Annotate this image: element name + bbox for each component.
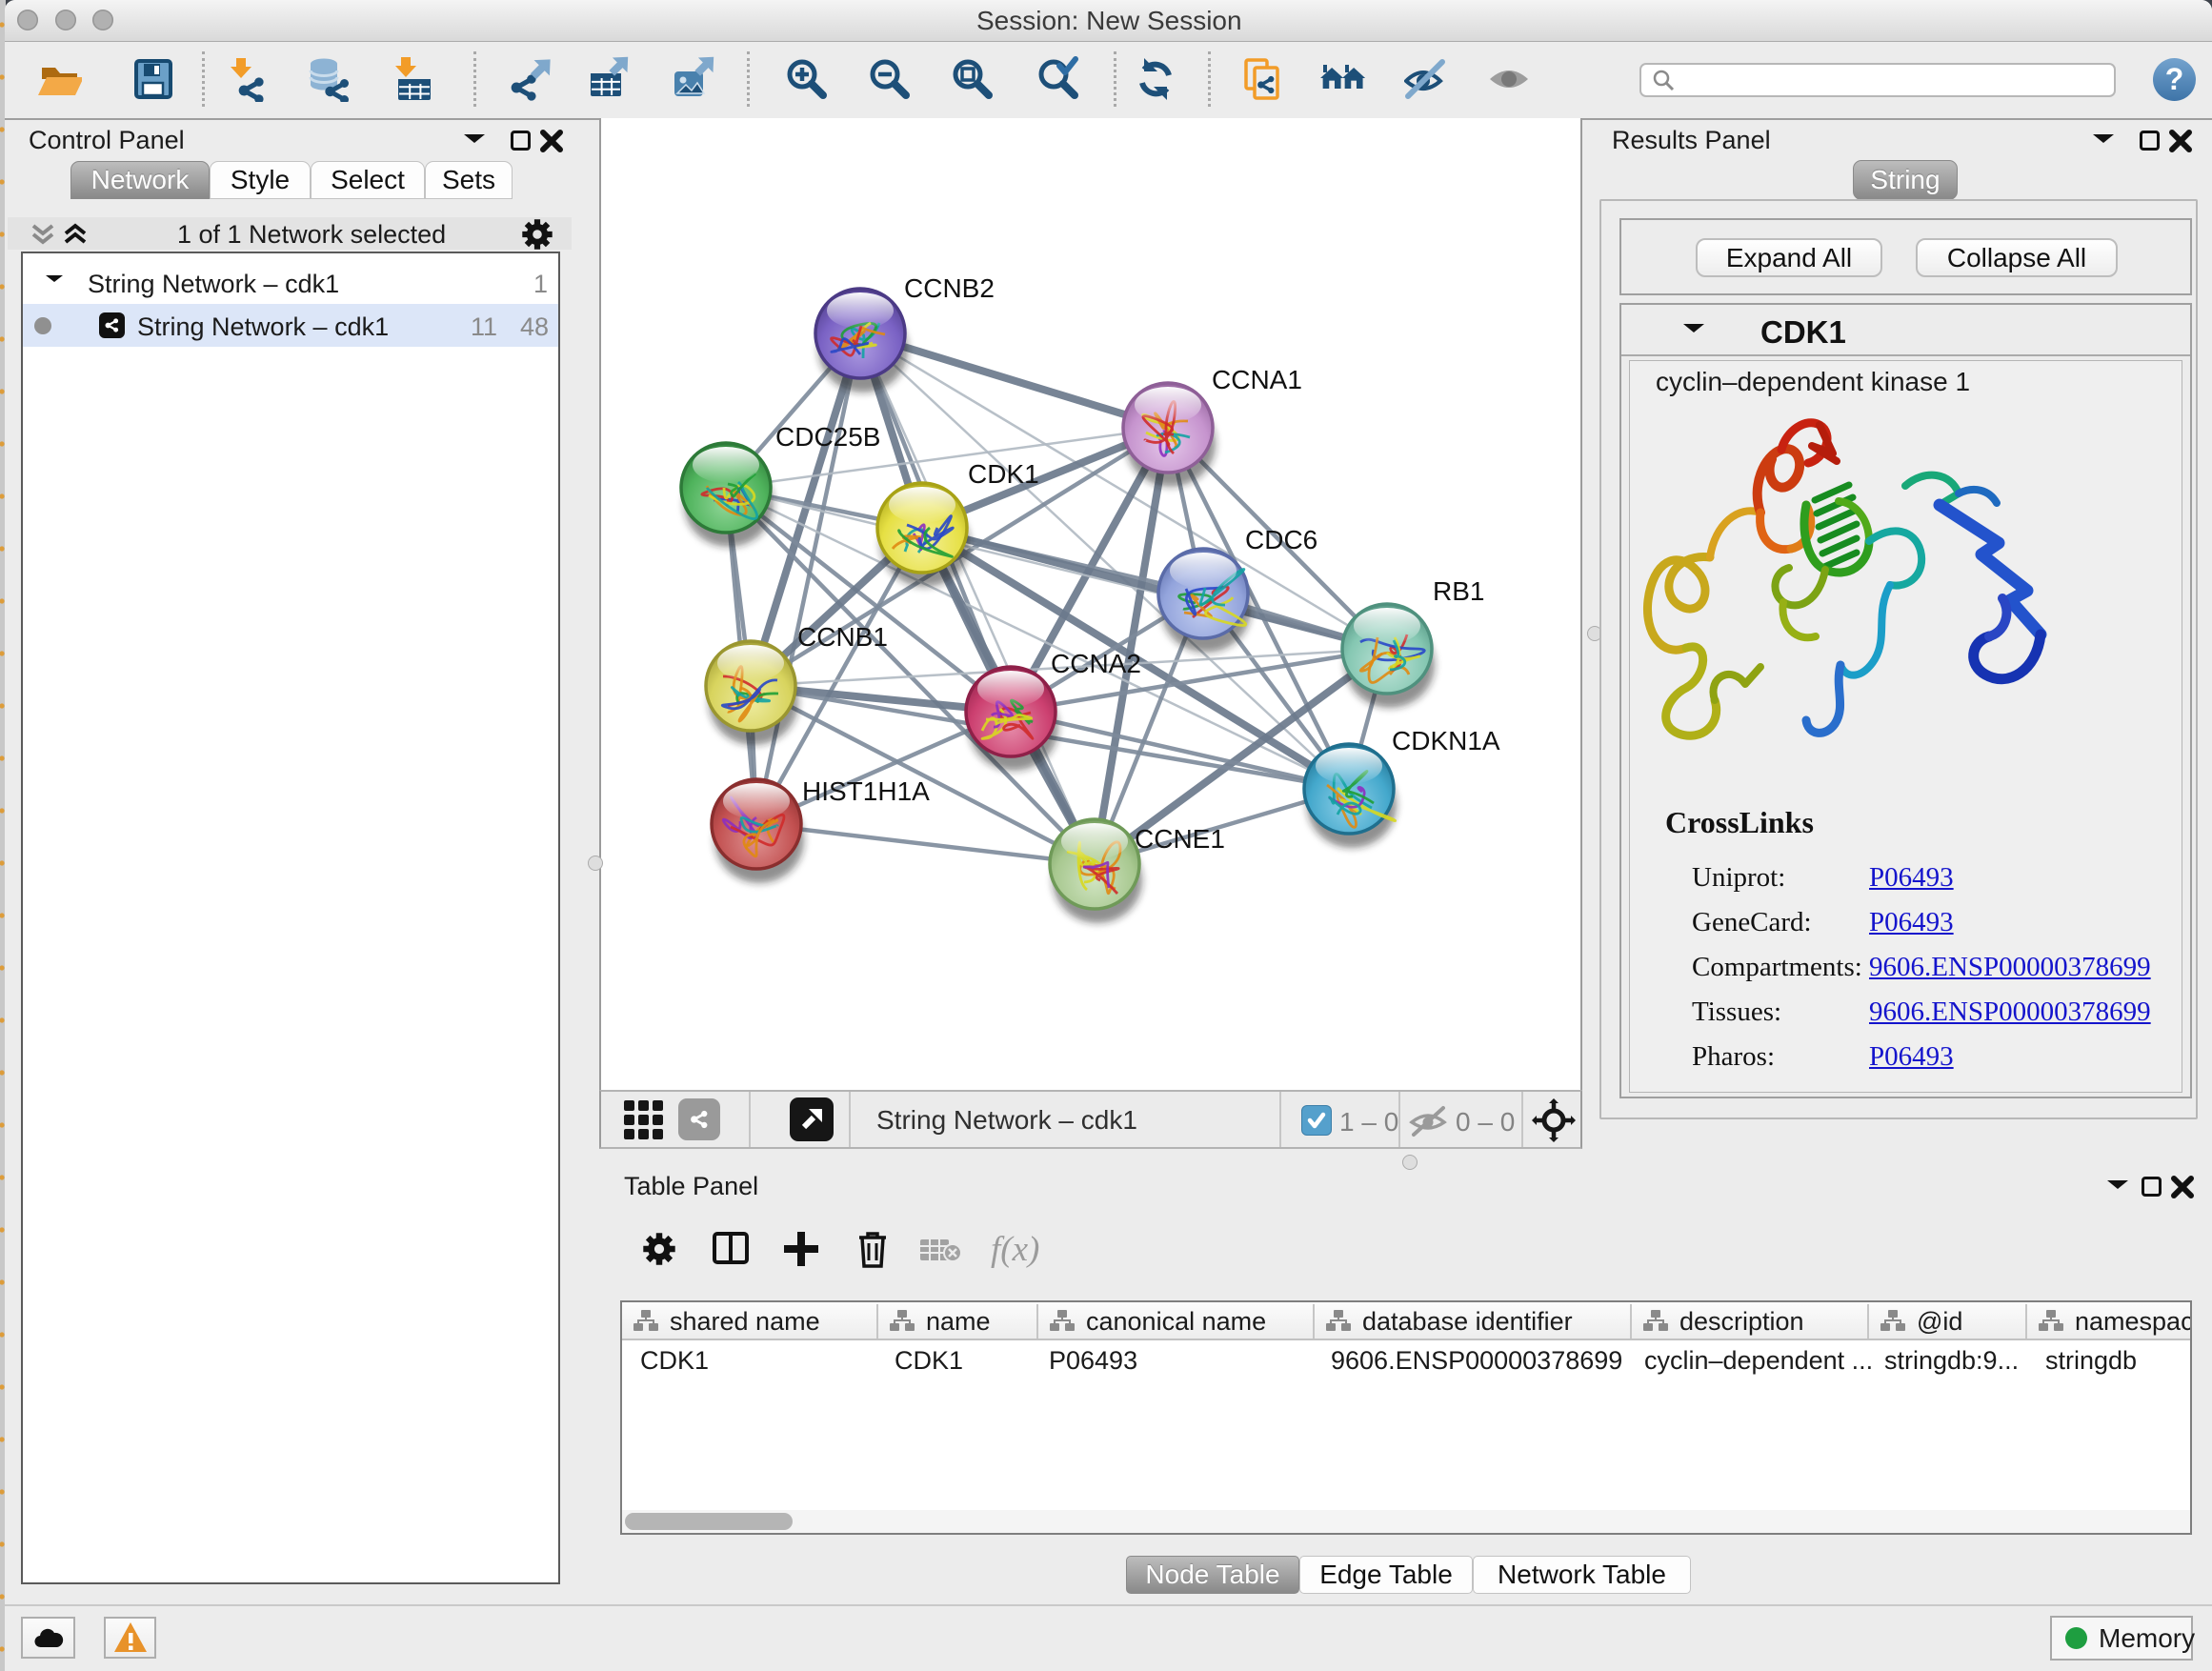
svg-text:RB1: RB1	[1433, 576, 1484, 606]
svg-text:CCNA1: CCNA1	[1212, 365, 1302, 394]
svg-text:CCNE1: CCNE1	[1135, 824, 1225, 854]
svg-text:CDC25B: CDC25B	[775, 422, 880, 452]
svg-text:CDC6: CDC6	[1245, 525, 1317, 554]
svg-text:CCNB2: CCNB2	[904, 273, 995, 303]
svg-text:CDKN1A: CDKN1A	[1392, 726, 1500, 755]
svg-text:HIST1H1A: HIST1H1A	[802, 776, 930, 806]
svg-text:CCNB1: CCNB1	[797, 622, 888, 652]
svg-text:CDK1: CDK1	[968, 459, 1039, 489]
svg-text:CCNA2: CCNA2	[1051, 649, 1141, 678]
